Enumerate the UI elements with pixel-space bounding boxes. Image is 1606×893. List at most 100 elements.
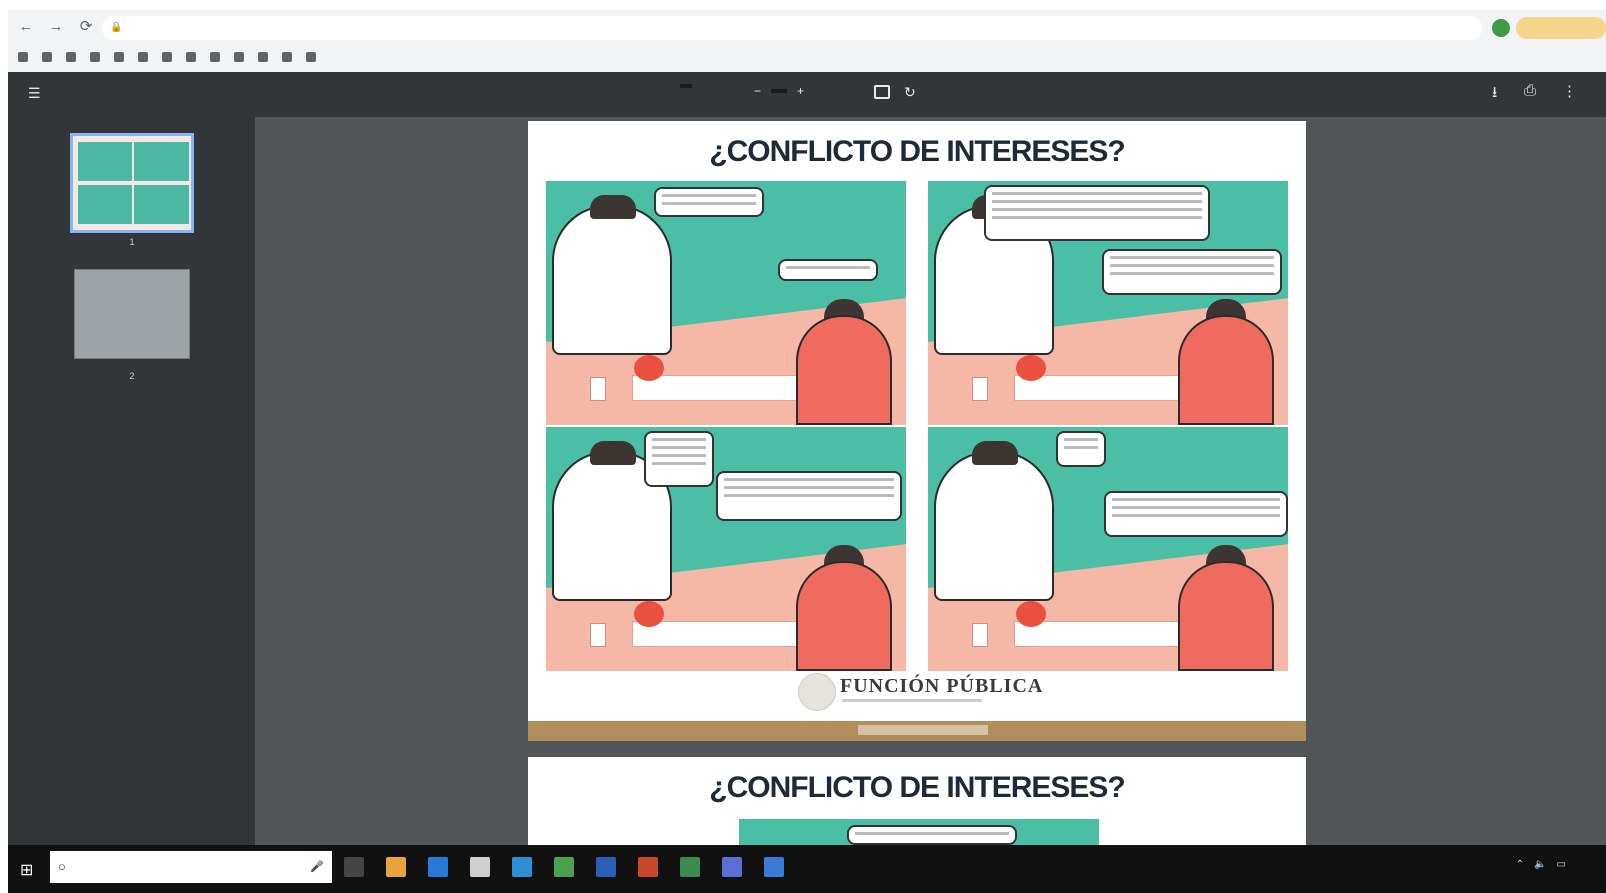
- zoom-out-button[interactable]: −: [754, 84, 761, 98]
- lock-icon: 🔒: [110, 22, 123, 33]
- taskbar-search-input[interactable]: ○ 🎤: [50, 851, 332, 883]
- windows-taskbar: ⊞ ○ 🎤 ⌃ 🔈 ▭: [8, 845, 1606, 893]
- profile-avatar[interactable]: [1492, 19, 1510, 37]
- bookmark-item[interactable]: [258, 52, 268, 62]
- bookmark-icon: [306, 52, 316, 62]
- plant-pot: [972, 623, 988, 647]
- download-icon[interactable]: ⭳: [1492, 82, 1497, 107]
- mail-icon[interactable]: [512, 857, 532, 877]
- pdf-viewer-area[interactable]: ¿CONFLICTO DE INTERESES? FUNCIÓN PÚBLICA…: [255, 117, 1606, 845]
- page-footer-bar: [528, 721, 1306, 741]
- bookmark-item[interactable]: [66, 52, 76, 62]
- bookmark-item[interactable]: [90, 52, 100, 62]
- app-icon[interactable]: [680, 857, 700, 877]
- zoom-level-input[interactable]: [771, 89, 788, 93]
- bookmark-icon: [138, 52, 148, 62]
- comic-panel-2: [928, 181, 1288, 425]
- bookmark-item[interactable]: [114, 52, 124, 62]
- bookmark-icon: [42, 52, 52, 62]
- zoom-in-button[interactable]: +: [797, 84, 804, 98]
- rotate-icon[interactable]: ↻: [904, 84, 916, 101]
- forward-button[interactable]: →: [44, 15, 68, 39]
- bookmark-icon: [114, 52, 124, 62]
- excel-icon[interactable]: [554, 857, 574, 877]
- page-heading: ¿CONFLICTO DE INTERESES?: [709, 771, 1125, 804]
- bookmark-item[interactable]: [138, 52, 148, 62]
- reload-button[interactable]: ⟳: [74, 15, 98, 39]
- cortana-icon: ○: [58, 859, 66, 874]
- funcion-publica-logo: FUNCIÓN PÚBLICA: [840, 675, 1044, 697]
- woman-figure: [1178, 561, 1274, 671]
- microphone-icon[interactable]: 🎤: [310, 851, 324, 883]
- logo-subtitle: [842, 699, 982, 702]
- menu-icon[interactable]: ☰: [28, 85, 41, 102]
- speech-bubble: [654, 187, 764, 217]
- bookmark-icon: [234, 52, 244, 62]
- bookmark-icon: [258, 52, 268, 62]
- thumbnail-sidebar: 1 2: [8, 117, 255, 845]
- zoom-controls: − +: [754, 84, 804, 98]
- page-thumbnail-2[interactable]: [74, 269, 190, 359]
- app-icon[interactable]: [764, 857, 784, 877]
- man-hair: [590, 195, 636, 219]
- address-bar[interactable]: 🔒: [102, 16, 1482, 40]
- bookmark-item[interactable]: [282, 52, 292, 62]
- bookmarks-bar: [8, 44, 1606, 70]
- bookmark-item[interactable]: [306, 52, 316, 62]
- windows-start-icon[interactable]: ⊞: [20, 860, 33, 880]
- bookmark-item[interactable]: [210, 52, 220, 62]
- thumb-panel: [134, 141, 189, 182]
- woman-figure: [1178, 315, 1274, 425]
- print-icon[interactable]: ⎙: [1524, 82, 1536, 99]
- thumbnail-number: 2: [129, 371, 135, 381]
- plant-pot: [590, 623, 606, 647]
- desk: [632, 375, 802, 401]
- app-icon[interactable]: [722, 857, 742, 877]
- government-seal-logo: [798, 673, 836, 711]
- footer-text: [858, 725, 988, 735]
- comic-panel-3: [546, 427, 906, 671]
- speech-bubble: [716, 471, 902, 521]
- thumbnail-number: 1: [129, 237, 135, 247]
- thumb-panel: [77, 184, 132, 225]
- thumb-panel: [77, 141, 132, 182]
- bookmark-icon: [282, 52, 292, 62]
- thumb-panel: [134, 184, 189, 225]
- bookmark-item[interactable]: [18, 52, 28, 62]
- desk: [1014, 621, 1184, 647]
- speech-bubble: [644, 431, 714, 487]
- bookmark-icon: [210, 52, 220, 62]
- powerpoint-icon[interactable]: [638, 857, 658, 877]
- bookmark-item[interactable]: [234, 52, 244, 62]
- edge-icon[interactable]: [428, 857, 448, 877]
- bookmark-item[interactable]: [186, 52, 196, 62]
- apple-illustration: [1016, 355, 1046, 381]
- back-button[interactable]: ←: [14, 15, 38, 39]
- speech-bubble: [847, 825, 1017, 845]
- speech-bubble: [984, 185, 1210, 241]
- volume-icon[interactable]: 🔈: [1534, 859, 1546, 870]
- more-options-icon[interactable]: ⋮: [1562, 82, 1577, 100]
- browser-chrome: ← → ⟳ 🔒: [8, 10, 1606, 72]
- bookmark-item[interactable]: [42, 52, 52, 62]
- update-button[interactable]: [1516, 17, 1606, 39]
- word-icon[interactable]: [596, 857, 616, 877]
- task-view-icon[interactable]: [344, 857, 364, 877]
- man-figure: [552, 205, 672, 355]
- bookmark-icon: [186, 52, 196, 62]
- man-hair: [972, 441, 1018, 465]
- page-thumbnail-1[interactable]: [70, 133, 194, 233]
- bookmark-icon: [90, 52, 100, 62]
- page-heading: ¿CONFLICTO DE INTERESES?: [709, 135, 1125, 168]
- apple-illustration: [634, 601, 664, 627]
- page-indicator: [680, 84, 698, 88]
- bookmark-icon: [162, 52, 172, 62]
- store-icon[interactable]: [470, 857, 490, 877]
- comic-panel-4: [928, 427, 1288, 671]
- network-icon[interactable]: ⌃: [1516, 859, 1524, 870]
- battery-icon[interactable]: ▭: [1557, 859, 1566, 870]
- page-number-input[interactable]: [680, 84, 692, 88]
- chrome-icon[interactable]: [386, 857, 406, 877]
- bookmark-item[interactable]: [162, 52, 172, 62]
- fit-page-icon[interactable]: [874, 85, 890, 99]
